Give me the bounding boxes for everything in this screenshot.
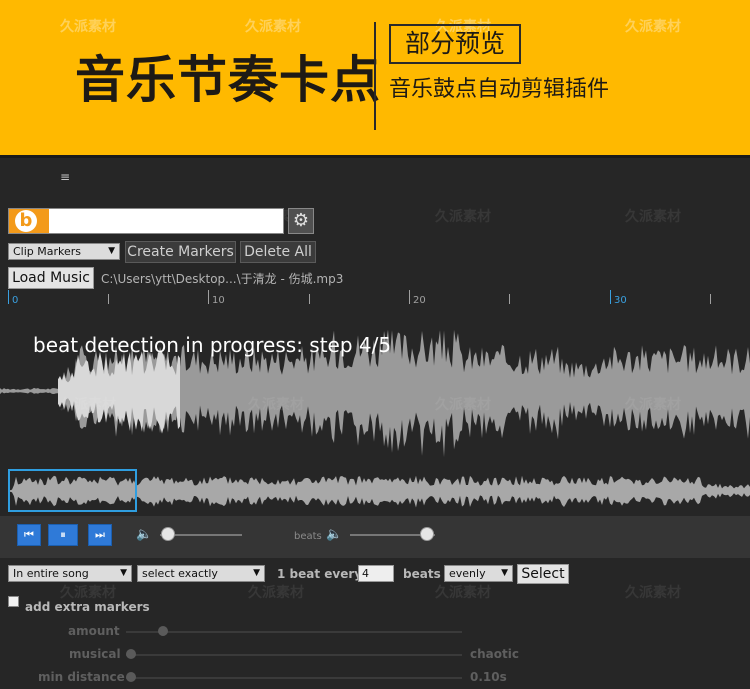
file-path: C:\Users\ytt\Desktop...\于清龙 - 伤城.mp3 — [101, 272, 344, 286]
watermark: 久派素材 — [248, 585, 304, 601]
ruler-tick — [208, 290, 209, 304]
progress-status: beat detection in progress: step 4/5 — [33, 333, 392, 357]
range-select[interactable]: In entire song ▼ — [8, 565, 132, 582]
beat-every-prefix: 1 beat every — [277, 567, 363, 581]
dropdown-arrow-icon: ▼ — [120, 568, 127, 578]
amount-label: amount — [68, 624, 120, 638]
watermark: 久派素材 — [60, 19, 116, 35]
logo-badge: b — [9, 209, 49, 233]
ruler-tick — [610, 290, 611, 304]
banner-title: 音乐节奏卡点 — [75, 51, 381, 109]
ruler-label: 0 — [12, 295, 19, 306]
ruler-tick — [509, 294, 510, 304]
distribution-select-value: evenly — [449, 567, 486, 580]
range-select-value: In entire song — [13, 567, 89, 580]
watermark: 久派素材 — [625, 209, 681, 225]
plugin-panel: ≡ 久派素材 久派素材 久派素材 久派素材 b ⚙ Clip Markers ▼… — [0, 155, 750, 689]
watermark: 久派素材 — [625, 585, 681, 601]
extra-markers-label: add extra markers — [25, 600, 150, 614]
mode-select-value: select exactly — [142, 567, 218, 580]
ruler-label: 20 — [413, 295, 426, 306]
musical-slider-track[interactable] — [126, 654, 462, 656]
ruler-label: 30 — [614, 295, 627, 306]
extra-markers-checkbox[interactable] — [8, 596, 19, 607]
min-distance-label: min distance — [38, 670, 125, 684]
time-ruler[interactable]: 0 10 20 30 — [0, 290, 750, 310]
overview-selection[interactable] — [8, 469, 137, 512]
ruler-tick — [710, 294, 711, 304]
musical-label: musical — [69, 647, 121, 661]
dropdown-arrow-icon: ▼ — [253, 568, 260, 578]
dropdown-arrow-icon: ▼ — [501, 568, 508, 578]
ruler-tick — [8, 290, 9, 304]
markers-type-select[interactable]: Clip Markers ▼ — [8, 243, 120, 260]
logo-bar: b — [8, 208, 284, 234]
load-music-button[interactable]: Load Music — [8, 267, 94, 289]
watermark: 久派素材 — [435, 209, 491, 225]
skip-forward-icon[interactable]: ⏭ — [88, 524, 112, 546]
transport-bar — [0, 516, 750, 558]
banner: 久派素材 久派素材 久派素材 久派素材 音乐节奏卡点 部分预览 音乐鼓点自动剪辑… — [0, 0, 750, 155]
ruler-label: 10 — [212, 295, 225, 306]
beat-every-suffix: beats — [403, 567, 441, 581]
watermark: 久派素材 — [435, 585, 491, 601]
amount-slider-knob[interactable] — [158, 626, 168, 636]
ruler-tick — [108, 294, 109, 304]
skip-back-icon[interactable]: ⏮ — [17, 524, 41, 546]
logo-icon: b — [15, 210, 37, 232]
watermark: 久派素材 — [60, 585, 116, 601]
delete-all-button[interactable]: Delete All — [240, 241, 316, 263]
min-distance-slider-track[interactable] — [126, 677, 462, 679]
mode-select[interactable]: select exactly ▼ — [137, 565, 265, 582]
musical-slider-knob[interactable] — [126, 649, 136, 659]
pause-icon[interactable]: ⏸ — [48, 524, 78, 546]
amount-slider-track[interactable] — [126, 631, 462, 633]
beats-volume-icon: 🔈 — [326, 527, 343, 542]
chaotic-label: chaotic — [470, 647, 519, 661]
markers-type-value: Clip Markers — [13, 245, 82, 258]
menu-icon[interactable]: ≡ — [60, 170, 70, 184]
distribution-select[interactable]: evenly ▼ — [444, 565, 513, 582]
volume-icon: 🔈 — [136, 527, 153, 542]
beat-interval-input[interactable]: 4 — [358, 565, 394, 582]
watermark: 久派素材 — [245, 19, 301, 35]
ruler-tick — [309, 294, 310, 304]
preview-badge: 部分预览 — [389, 24, 521, 64]
banner-divider — [374, 22, 376, 130]
dropdown-arrow-icon: ▼ — [108, 246, 115, 256]
min-distance-slider-knob[interactable] — [126, 672, 136, 682]
create-markers-button[interactable]: Create Markers — [125, 241, 236, 263]
select-button[interactable]: Select — [517, 564, 569, 584]
watermark: 久派素材 — [625, 19, 681, 35]
beats-slider-knob[interactable] — [419, 527, 434, 541]
ruler-tick — [409, 290, 410, 304]
min-distance-value: 0.10s — [470, 670, 507, 684]
banner-subtitle: 音乐鼓点自动剪辑插件 — [389, 77, 610, 102]
settings-gear-icon[interactable]: ⚙ — [288, 208, 314, 234]
beats-volume-label: beats — [294, 531, 322, 542]
